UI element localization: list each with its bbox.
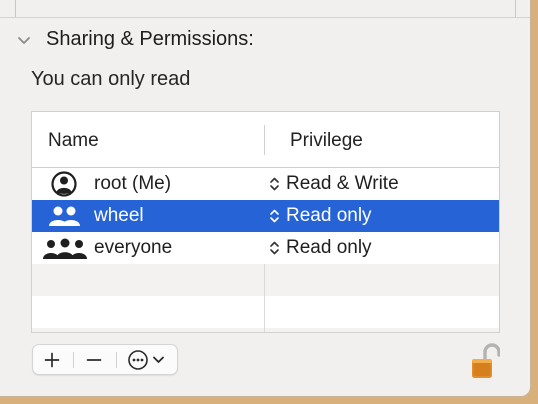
section-title: Sharing & Permissions: — [46, 28, 254, 50]
table-row-selected[interactable]: wheel Read only — [32, 200, 499, 232]
sharing-permissions-header[interactable]: Sharing & Permissions: — [16, 28, 254, 51]
plus-icon — [44, 352, 60, 367]
everyone-icon — [43, 238, 87, 259]
column-divider-line — [264, 264, 265, 332]
remove-button[interactable] — [75, 345, 113, 374]
user-name: everyone — [94, 237, 173, 258]
unlocked-lock-icon[interactable] — [470, 342, 500, 380]
action-menu-button[interactable] — [119, 345, 177, 374]
empty-row — [32, 264, 499, 296]
up-down-chevron-icon[interactable] — [268, 206, 281, 226]
column-divider[interactable] — [264, 125, 265, 155]
table-row[interactable]: root (Me) Read & Write — [32, 168, 499, 200]
user-name: root (Me) — [94, 173, 172, 194]
group-icon — [49, 206, 80, 226]
divider-stub-right — [515, 0, 516, 17]
add-button[interactable] — [33, 345, 71, 374]
info-panel: Sharing & Permissions: You can only read… — [0, 0, 531, 397]
single-user-icon — [51, 171, 77, 197]
up-down-chevron-icon[interactable] — [268, 238, 281, 258]
table-row[interactable]: everyone Read only — [32, 232, 499, 264]
toolbar-divider — [116, 352, 117, 368]
toolbar-divider — [73, 352, 74, 368]
user-name: wheel — [94, 205, 144, 226]
divider-stub-left — [15, 0, 16, 17]
up-down-chevron-icon[interactable] — [268, 174, 281, 194]
table-toolbar — [32, 344, 178, 375]
permissions-table: Name Privilege root (Me) Read & Write wh… — [31, 111, 500, 333]
privilege-select[interactable]: Read & Write — [286, 173, 399, 195]
chevron-down-icon[interactable] — [16, 32, 32, 48]
privilege-select[interactable]: Read only — [286, 205, 372, 227]
top-divider — [0, 17, 530, 18]
minus-icon — [86, 358, 102, 361]
column-header-privilege[interactable]: Privilege — [290, 130, 363, 152]
permission-status-text: You can only read — [31, 68, 191, 90]
column-header-name[interactable]: Name — [48, 130, 99, 152]
privilege-select[interactable]: Read only — [286, 237, 372, 259]
empty-row — [32, 296, 499, 328]
ellipsis-circle-icon — [128, 349, 164, 370]
table-header: Name Privilege — [32, 112, 499, 168]
empty-row — [32, 328, 499, 332]
